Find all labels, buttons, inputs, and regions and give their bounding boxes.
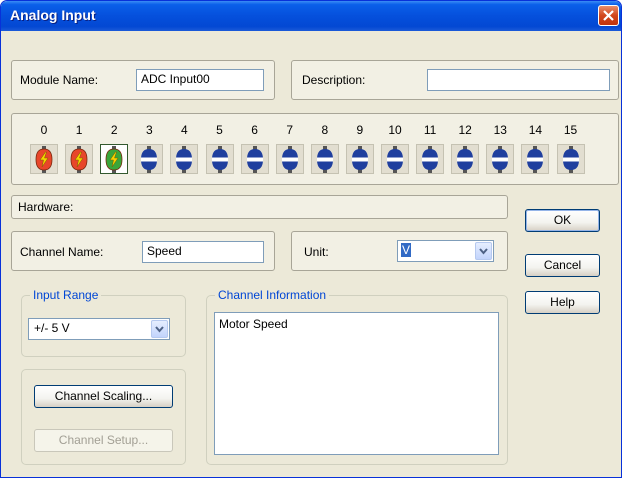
channel-selector: 0 1 2 3 4 5 6 7 8 9 10 11 12 13 14 15 [11,113,619,185]
unit-label: Unit: [304,245,329,259]
channel-button-7[interactable] [275,144,304,174]
unit-select[interactable]: V [397,240,494,262]
channel-setup-button[interactable]: Channel Setup... [34,429,173,452]
cancel-button[interactable]: Cancel [525,254,600,277]
channel-button-5[interactable] [205,144,234,174]
channel-button-11[interactable] [416,144,445,174]
channel-information-value: Motor Speed [219,317,288,331]
title-bar[interactable]: Analog Input [1,1,621,31]
plug-connector-icon [316,146,333,173]
plug-connector-icon [246,146,263,173]
channel-button-0[interactable] [30,144,58,174]
plug-connector-icon [457,146,474,173]
description-box: Description: [291,60,619,100]
analog-input-dialog: Analog Input Module Name: ADC Input00 De… [0,0,622,478]
plug-connector-icon [176,146,193,173]
channel-button-1[interactable] [65,144,94,174]
plug-connector-icon [211,146,228,173]
channel-number-label: 15 [563,123,578,137]
plug-connector-icon [492,146,509,173]
channel-number-label: 14 [528,123,543,137]
channel-button-14[interactable] [521,144,550,174]
channel-number-label: 3 [145,123,153,137]
input-range-title: Input Range [30,288,102,302]
module-name-label: Module Name: [20,73,99,87]
channel-button-4[interactable] [170,144,199,174]
unit-box: Unit: V [291,231,508,271]
channel-name-box: Channel Name: Speed [11,231,275,271]
channel-information-title: Channel Information [215,288,330,302]
channel-number-label: 0 [40,123,48,137]
plug-connector-icon [35,146,53,173]
channel-button-3[interactable] [135,144,164,174]
close-icon [603,10,614,21]
chevron-down-icon [155,326,164,333]
input-range-select[interactable]: +/- 5 V [28,318,170,340]
hardware-box: Hardware: [11,195,508,219]
plug-connector-icon [527,146,544,173]
plug-connector-icon [422,146,439,173]
hardware-label: Hardware: [18,200,74,214]
channel-information-group: Channel Information Motor Speed [206,288,508,465]
dialog-body: Module Name: ADC Input00 Description: 0 1… [3,31,619,475]
channel-scaling-button[interactable]: Channel Scaling... [34,385,173,408]
plug-connector-icon [105,146,123,173]
channel-number-label: 2 [110,123,118,137]
channel-button-8[interactable] [310,144,339,174]
module-name-input[interactable]: ADC Input00 [136,69,264,91]
window-title: Analog Input [10,7,96,23]
channel-information-text[interactable]: Motor Speed [214,312,499,455]
channel-name-label: Channel Name: [20,245,104,259]
plug-connector-icon [281,146,298,173]
plug-connector-icon [562,146,579,173]
input-range-group: Input Range +/- 5 V [21,288,186,357]
plug-connector-icon [141,146,158,173]
close-button[interactable] [598,5,619,26]
channel-number-label: 13 [493,123,507,137]
channel-number-label: 7 [286,123,294,137]
channel-button-6[interactable] [240,144,269,174]
channel-number-label: 4 [181,123,188,137]
channel-button-15[interactable] [556,144,585,174]
input-range-dropdown-button[interactable] [151,320,168,338]
channel-number-label: 9 [356,123,364,137]
unit-dropdown-button[interactable] [475,242,492,260]
help-button[interactable]: Help [525,291,600,314]
channel-name-input[interactable]: Speed [142,241,264,263]
input-range-value: +/- 5 V [34,321,70,335]
description-input[interactable] [427,69,610,91]
channel-number-label: 8 [321,123,329,137]
channel-button-13[interactable] [486,144,515,174]
plug-connector-icon [70,146,88,173]
chevron-down-icon [479,248,488,255]
channel-number-label: 5 [216,123,223,137]
channel-number-label: 12 [458,123,472,137]
channel-button-10[interactable] [381,144,409,174]
module-name-box: Module Name: ADC Input00 [11,60,275,100]
channel-button-9[interactable] [345,144,374,174]
channel-button-12[interactable] [451,144,480,174]
unit-value: V [401,243,412,257]
channel-number-label: 6 [251,123,258,137]
ok-button[interactable]: OK [525,209,600,232]
description-label: Description: [302,73,366,87]
plug-connector-icon [351,146,368,173]
channel-button-2[interactable] [100,144,129,174]
channel-actions-group: Channel Scaling... Channel Setup... [21,369,186,465]
channel-number-label: 10 [388,123,402,137]
plug-connector-icon [387,146,403,173]
channel-number-label: 1 [75,123,83,137]
channel-number-label: 11 [423,123,437,137]
